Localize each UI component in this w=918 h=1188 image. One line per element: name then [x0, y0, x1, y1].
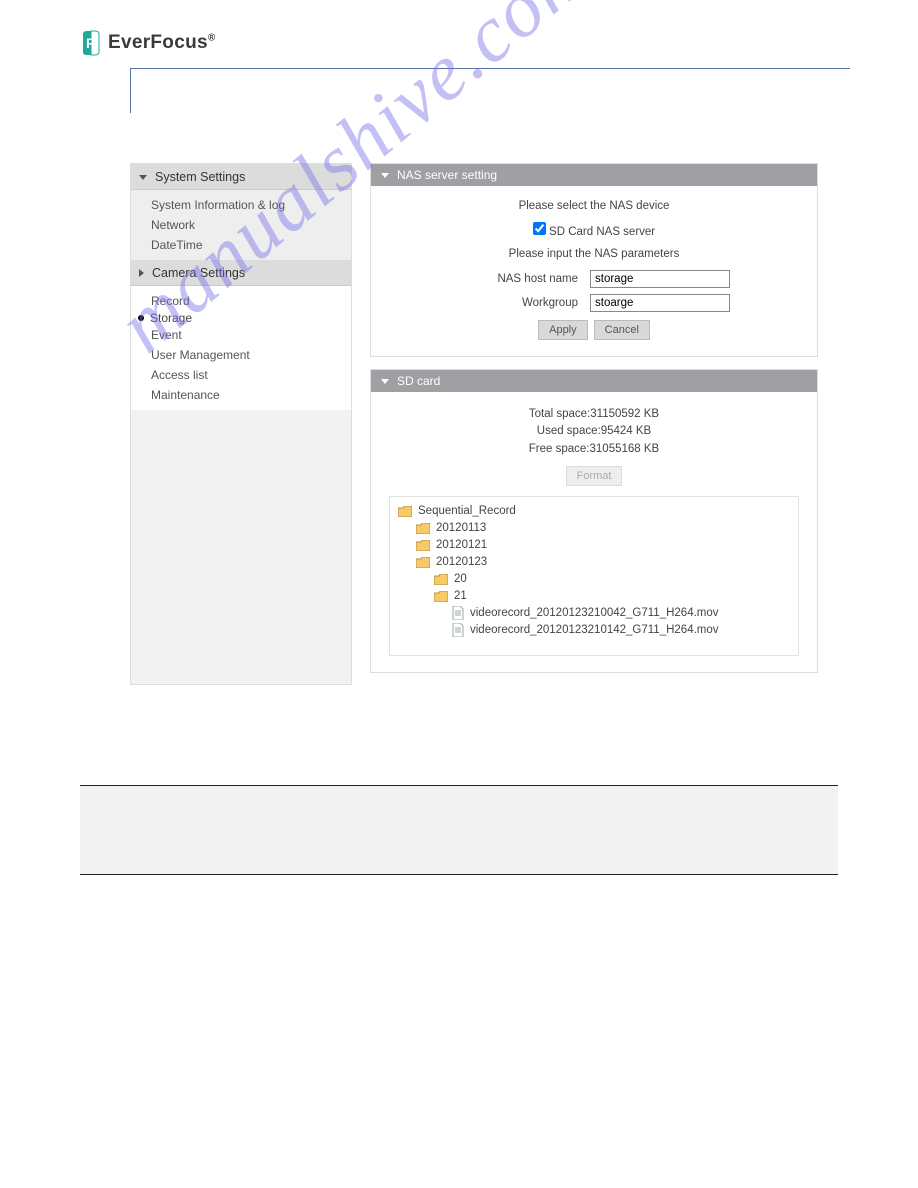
apply-button[interactable]: Apply — [538, 320, 588, 340]
folder-open-icon — [434, 591, 448, 602]
cancel-button[interactable]: Cancel — [594, 320, 650, 340]
folder-open-icon — [416, 557, 430, 568]
sidebar-item-datetime[interactable]: DateTime — [151, 235, 351, 255]
sidebar-header-camera[interactable]: Camera Settings — [131, 260, 351, 286]
footer-divider — [80, 785, 838, 875]
sidebar-item-accesslist[interactable]: Access list — [151, 365, 351, 385]
sd-stats: Total space:31150592 KB Used space:95424… — [389, 406, 799, 458]
chevron-down-icon — [381, 379, 389, 384]
sd-used-label: Used space: — [537, 425, 601, 437]
tree-label: 20120121 — [436, 539, 487, 551]
sidebar: System Settings System Information & log… — [130, 163, 352, 685]
sidebar-group-camera: Record Storage Event User Management Acc… — [131, 286, 351, 410]
sidebar-header-system[interactable]: System Settings — [131, 164, 351, 190]
file-icon — [452, 623, 464, 637]
sidebar-item-record[interactable]: Record — [151, 291, 351, 311]
folder-icon — [416, 540, 430, 551]
sidebar-header-label: System Settings — [155, 170, 245, 184]
tree-label: 21 — [454, 590, 467, 602]
tree-folder[interactable]: 20120113 — [398, 520, 790, 537]
format-button[interactable]: Format — [566, 466, 623, 486]
tree-file[interactable]: videorecord_20120123210142_G711_H264.mov — [398, 622, 790, 639]
panel-header-sd[interactable]: SD card — [371, 370, 817, 392]
tree-file[interactable]: videorecord_20120123210042_G711_H264.mov — [398, 605, 790, 622]
tree-folder[interactable]: 20 — [398, 571, 790, 588]
svg-text:F: F — [86, 35, 95, 51]
tree-folder-root[interactable]: Sequential_Record — [398, 503, 790, 520]
decor-rule — [130, 68, 850, 113]
sidebar-item-label: Storage — [150, 311, 192, 325]
nas-workgroup-input[interactable] — [590, 294, 730, 312]
sidebar-group-system: System Information & log Network DateTim… — [131, 190, 351, 260]
tree-label: 20 — [454, 573, 467, 585]
active-bullet-icon — [138, 315, 144, 321]
sidebar-item-storage[interactable]: Storage — [138, 311, 351, 325]
panel-title: NAS server setting — [397, 168, 497, 182]
nas-input-label: Please input the NAS parameters — [389, 248, 799, 260]
nas-sd-checkbox-label: SD Card NAS server — [549, 226, 655, 238]
file-tree: Sequential_Record 20120113 20120121 — [389, 496, 799, 656]
tree-label: 20120123 — [436, 556, 487, 568]
sd-free-value: 31055168 KB — [590, 443, 660, 455]
tree-label: Sequential_Record — [418, 505, 516, 517]
sd-used-value: 95424 KB — [601, 425, 652, 437]
main-column: NAS server setting Please select the NAS… — [370, 163, 818, 685]
sidebar-item-usermgmt[interactable]: User Management — [151, 345, 351, 365]
file-icon — [452, 606, 464, 620]
nas-select-label: Please select the NAS device — [389, 200, 799, 212]
tree-folder[interactable]: 20120121 — [398, 537, 790, 554]
panel-nas: NAS server setting Please select the NAS… — [370, 163, 818, 357]
nas-sd-checkbox[interactable] — [533, 222, 546, 235]
brand-name: EverFocus — [108, 32, 208, 53]
brand-reg: ® — [208, 33, 216, 44]
sidebar-header-label: Camera Settings — [152, 266, 245, 280]
logo-icon: F — [80, 30, 102, 56]
sidebar-item-network[interactable]: Network — [151, 215, 351, 235]
panel-sd: SD card Total space:31150592 KB Used spa… — [370, 369, 818, 673]
chevron-right-icon — [139, 269, 144, 277]
tree-folder[interactable]: 21 — [398, 588, 790, 605]
nas-host-input[interactable] — [590, 270, 730, 288]
sd-free-label: Free space: — [529, 443, 590, 455]
folder-icon — [398, 506, 412, 517]
sidebar-item-event[interactable]: Event — [151, 325, 351, 345]
sd-total-value: 31150592 KB — [590, 408, 659, 420]
tree-label: 20120113 — [436, 522, 486, 534]
brand-logo: F EverFocus® — [80, 30, 838, 56]
sidebar-item-maintenance[interactable]: Maintenance — [151, 385, 351, 405]
tree-label: videorecord_20120123210042_G711_H264.mov — [470, 607, 719, 619]
sd-total-label: Total space: — [529, 408, 590, 420]
sidebar-item-sysinfo[interactable]: System Information & log — [151, 195, 351, 215]
folder-icon — [434, 574, 448, 585]
tree-label: videorecord_20120123210142_G711_H264.mov — [470, 624, 719, 636]
nas-host-label: NAS host name — [458, 273, 578, 285]
chevron-down-icon — [139, 175, 147, 180]
panel-header-nas[interactable]: NAS server setting — [371, 164, 817, 186]
nas-workgroup-label: Workgroup — [458, 297, 578, 309]
tree-folder[interactable]: 20120123 — [398, 554, 790, 571]
settings-ui: System Settings System Information & log… — [130, 163, 818, 685]
chevron-down-icon — [381, 173, 389, 178]
panel-title: SD card — [397, 374, 440, 388]
folder-icon — [416, 523, 430, 534]
